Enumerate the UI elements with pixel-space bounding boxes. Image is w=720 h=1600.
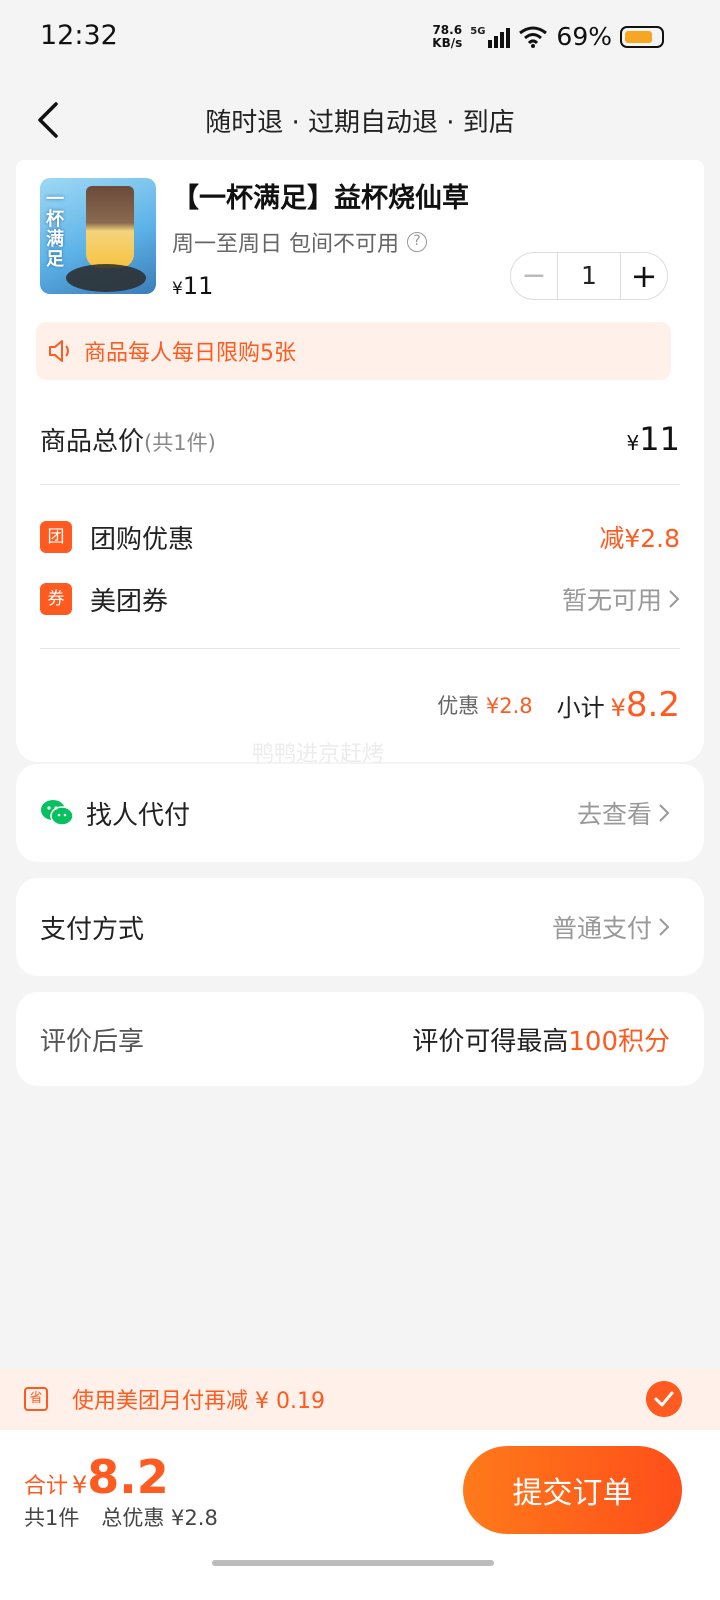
product-name: 【一杯满足】益杯烧仙草 (172, 183, 469, 214)
chevron-right-icon (669, 590, 680, 608)
payment-method-card[interactable]: 支付方式 普通支付 (16, 878, 704, 976)
help-icon[interactable]: ? (407, 232, 427, 252)
group-discount-row: 团 团购优惠 减¥2.8 (40, 512, 680, 562)
goods-total-label: 商品总价 (40, 426, 145, 457)
network-type: 5G (470, 25, 486, 37)
product-image[interactable]: 一杯满足 (40, 178, 156, 294)
group-discount-value: 减¥2.8 (599, 524, 680, 553)
status-time: 12:32 (40, 20, 118, 51)
status-indicators: 78.6 KB/s 5G 69% (432, 22, 664, 51)
quantity-value[interactable]: 1 (557, 253, 621, 299)
increase-button[interactable]: + (621, 253, 667, 298)
battery-icon (620, 25, 664, 48)
quantity-stepper: − 1 + (510, 252, 668, 300)
coupon-label: 美团券 (90, 586, 169, 617)
speaker-icon (49, 340, 69, 362)
status-bar: 12:32 78.6 KB/s 5G 69% (0, 0, 720, 76)
currency-symbol: ¥ (626, 431, 640, 455)
order-item-count: 共1件 (24, 1506, 80, 1530)
drink-cup-illustration (86, 186, 134, 268)
subtotal-row: 优惠 ¥2.8 小计 ¥8.2 (40, 680, 680, 730)
chevron-right-icon (659, 918, 670, 936)
review-reward-card: 评价后享 评价可得最高100积分 (16, 992, 704, 1086)
promo-text: 使用美团月付再减 ¥ 0.19 (72, 1389, 325, 1414)
coupon-badge-icon: 券 (40, 583, 72, 615)
save-badge-icon: 省 (24, 1387, 48, 1411)
review-reward-label: 评价后享 (40, 1026, 145, 1057)
rock-illustration (66, 264, 146, 292)
purchase-limit-tip: 商品每人每日限购5张 (36, 322, 671, 380)
divider (40, 648, 680, 649)
order-total-value: 8.2 (87, 1450, 169, 1504)
subtotal-label: 小计 (556, 694, 605, 722)
product-image-text: 一杯满足 (46, 189, 64, 270)
payment-method-label: 支付方式 (40, 914, 145, 945)
product-usage-row: 周一至周日 包间不可用 ? (172, 226, 427, 258)
order-total-discount: 总优惠 ¥2.8 (101, 1506, 218, 1530)
battery-percent: 69% (556, 22, 612, 51)
wifi-icon (519, 26, 548, 48)
goods-count-note: (共1件) (144, 430, 216, 455)
purchase-limit-text: 商品每人每日限购5张 (84, 341, 296, 366)
product-price-value: 11 (182, 272, 214, 300)
decrease-button[interactable]: − (511, 253, 557, 298)
discount-label: 优惠 (437, 694, 480, 718)
chevron-right-icon (659, 804, 670, 822)
product-price: ¥11 (172, 272, 213, 300)
monthly-pay-promo[interactable]: 省 使用美团月付再减 ¥ 0.19 (0, 1368, 720, 1430)
order-total: 合计 ¥ 8.2 (24, 1450, 169, 1504)
group-badge-icon: 团 (40, 521, 72, 553)
home-indicator[interactable] (212, 1560, 494, 1566)
pay-for-me-card[interactable]: 找人代付 去查看 (16, 764, 704, 862)
wechat-icon (41, 800, 74, 826)
coupon-value: 暂无可用 (561, 586, 662, 615)
checkmark-icon[interactable] (646, 1381, 682, 1417)
pay-for-me-label: 找人代付 (86, 800, 191, 831)
currency-symbol: ¥ (72, 1471, 88, 1499)
coupon-row[interactable]: 券 美团券 暂无可用 (40, 574, 680, 624)
payment-method-value: 普通支付 (551, 914, 652, 943)
review-reward-points: 100积分 (568, 1026, 670, 1057)
page-title: 随时退 · 过期自动退 · 到店 (205, 108, 515, 138)
signal-icon: 5G (470, 25, 511, 48)
network-speed-value: 78.6 (432, 22, 463, 37)
pay-for-me-action: 去查看 (576, 800, 652, 829)
divider (40, 484, 680, 485)
goods-total-value: ¥11 (627, 420, 680, 458)
currency-symbol: ¥ (172, 279, 183, 299)
submit-order-button[interactable]: 提交订单 (463, 1446, 682, 1534)
review-reward-prefix: 评价可得最高 (412, 1026, 569, 1057)
order-card: 一杯满足 【一杯满足】益杯烧仙草 周一至周日 包间不可用 ? ¥11 − 1 +… (16, 160, 704, 762)
checkout-bar: 合计 ¥ 8.2 共1件 总优惠 ¥2.8 提交订单 (0, 1430, 720, 1600)
product-usage: 周一至周日 包间不可用 (172, 232, 399, 257)
goods-total-row: 商品总价(共1件) ¥11 (40, 414, 680, 464)
nav-bar: 随时退 · 过期自动退 · 到店 (0, 80, 720, 160)
group-discount-label: 团购优惠 (90, 524, 195, 555)
currency-symbol: ¥ (610, 694, 626, 722)
subtotal-value: 8.2 (625, 685, 680, 725)
discount-value: ¥2.8 (485, 694, 533, 718)
goods-total-amount: 11 (639, 420, 680, 458)
network-speed-unit: KB/s (432, 35, 463, 50)
network-speed: 78.6 KB/s (432, 22, 463, 50)
order-total-label: 合计 (24, 1474, 69, 1499)
